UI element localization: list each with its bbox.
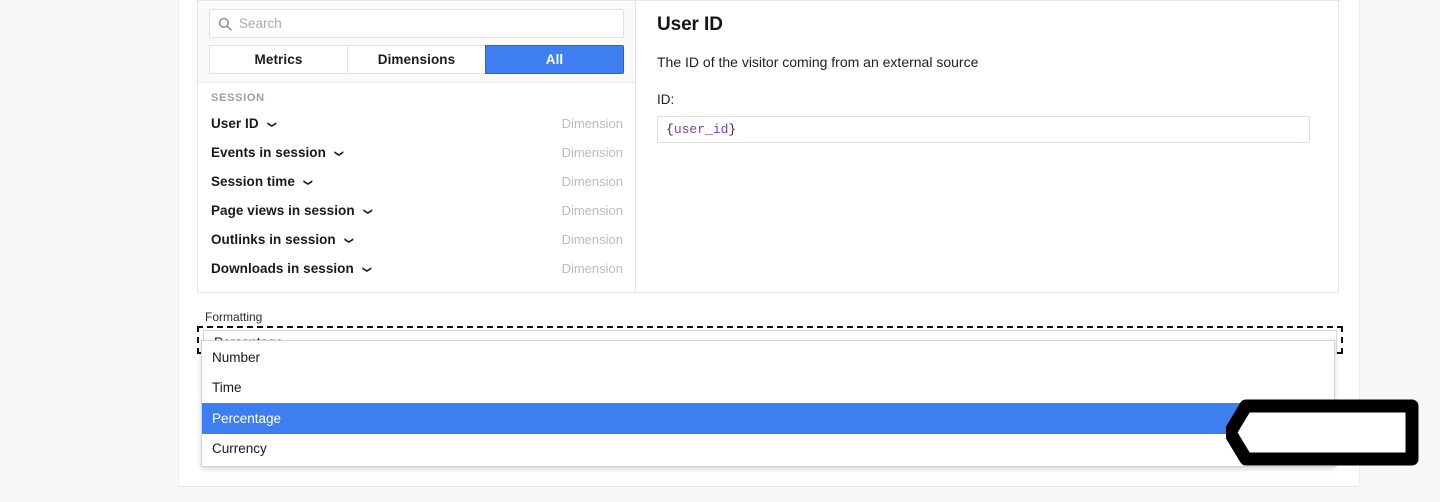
chevron-down-icon[interactable]: ❯ bbox=[362, 266, 372, 274]
chevron-down-icon[interactable]: ❯ bbox=[363, 208, 373, 216]
screen-root: Metrics Dimensions All SESSION User ID ❯… bbox=[0, 0, 1440, 502]
list-item[interactable]: Session time ❯ Dimension bbox=[198, 167, 635, 196]
formatting-option-currency[interactable]: Currency bbox=[202, 434, 1334, 465]
formatting-label: Formatting bbox=[205, 310, 263, 324]
type-filter-segmented-control: Metrics Dimensions All bbox=[209, 45, 624, 74]
list-item-kind: Dimension bbox=[561, 145, 623, 160]
list-item-kind: Dimension bbox=[561, 261, 623, 276]
list-item-label: Outlinks in session bbox=[211, 232, 336, 247]
detail-id-label: ID: bbox=[657, 92, 675, 107]
formatting-option-number[interactable]: Number bbox=[202, 342, 1334, 373]
list-item-label: Page views in session bbox=[211, 203, 355, 218]
field-list: SESSION User ID ❯ Dimension Events in se… bbox=[198, 82, 635, 292]
settings-modal: Metrics Dimensions All SESSION User ID ❯… bbox=[178, 0, 1360, 487]
list-item-kind: Dimension bbox=[561, 232, 623, 247]
list-item[interactable]: Page views in session ❯ Dimension bbox=[198, 196, 635, 225]
list-item-label: Session time bbox=[211, 174, 295, 189]
search-input[interactable] bbox=[239, 16, 604, 31]
search-container bbox=[198, 1, 635, 45]
type-filter-container: Metrics Dimensions All bbox=[198, 45, 635, 82]
list-item-label: User ID bbox=[211, 116, 259, 131]
field-detail-pane: User ID The ID of the visitor coming fro… bbox=[636, 1, 1338, 292]
list-item[interactable]: User ID ❯ Dimension bbox=[198, 109, 635, 138]
list-item-kind: Dimension bbox=[561, 116, 623, 131]
template-variable: user_id bbox=[673, 122, 729, 137]
list-item[interactable]: Outlinks in session ❯ Dimension bbox=[198, 225, 635, 254]
field-picker-card: Metrics Dimensions All SESSION User ID ❯… bbox=[197, 0, 1339, 293]
field-picker-left-pane: Metrics Dimensions All SESSION User ID ❯… bbox=[198, 1, 636, 292]
search-icon bbox=[218, 17, 232, 31]
modal-body: Metrics Dimensions All SESSION User ID ❯… bbox=[197, 0, 1343, 487]
list-item-label: Downloads in session bbox=[211, 261, 354, 276]
formatting-option-time[interactable]: Time bbox=[202, 373, 1334, 404]
formatting-options-list: Number Time Percentage Currency bbox=[201, 340, 1335, 467]
detail-title: User ID bbox=[657, 14, 723, 35]
brace-open: { bbox=[666, 122, 674, 137]
chevron-down-icon[interactable]: ❯ bbox=[303, 179, 313, 187]
list-group-title-session: SESSION bbox=[211, 92, 265, 104]
tab-dimensions[interactable]: Dimensions bbox=[347, 45, 485, 74]
formatting-option-percentage[interactable]: Percentage bbox=[202, 403, 1334, 434]
brace-close: } bbox=[728, 122, 737, 137]
list-item-kind: Dimension bbox=[561, 203, 623, 218]
search-box[interactable] bbox=[209, 9, 624, 38]
list-item[interactable]: Downloads in session ❯ Dimension bbox=[198, 254, 635, 283]
detail-description: The ID of the visitor coming from an ext… bbox=[657, 54, 979, 70]
detail-id-input[interactable]: {user_id} bbox=[657, 116, 1310, 143]
tab-all[interactable]: All bbox=[485, 45, 624, 74]
list-item[interactable]: Events in session ❯ Dimension bbox=[198, 138, 635, 167]
chevron-down-icon[interactable]: ❯ bbox=[267, 121, 277, 129]
list-item-label: Events in session bbox=[211, 145, 326, 160]
chevron-down-icon[interactable]: ❯ bbox=[344, 237, 354, 245]
list-item-kind: Dimension bbox=[561, 174, 623, 189]
formatting-field: Formatting Percentage ❯ Number Time Perc… bbox=[197, 310, 1343, 467]
tab-metrics[interactable]: Metrics bbox=[209, 45, 347, 74]
chevron-down-icon[interactable]: ❯ bbox=[334, 150, 344, 158]
